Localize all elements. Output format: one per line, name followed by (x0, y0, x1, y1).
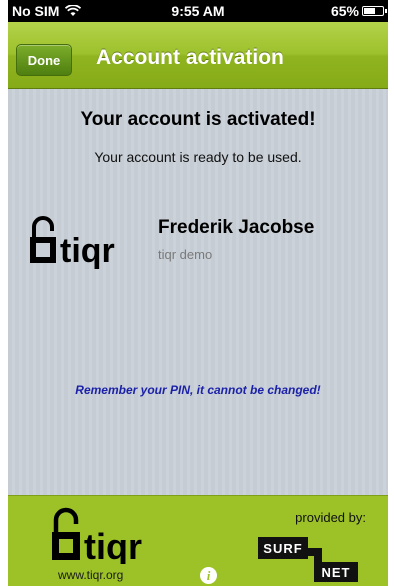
account-user-name: Frederik Jacobse (158, 217, 315, 238)
footer: tiqr www.tiqr.org i provided by: SURF NE… (8, 495, 388, 586)
battery-percent: 65% (330, 3, 359, 19)
app-screen: No SIM 9:55 AM 65% Done Account activati… (8, 0, 388, 586)
navigation-bar: Done Account activation (8, 22, 388, 89)
activation-headline: Your account is activated! (80, 109, 316, 130)
footer-logo-text: tiqr (84, 526, 142, 564)
tiqr-logo-text: tiqr (60, 232, 115, 269)
page-title: Account activation (96, 46, 284, 69)
footer-tiqr-logo: tiqr (52, 507, 142, 564)
surfnet-logo-net: NET (314, 562, 358, 582)
activation-subtext: Your account is ready to be used. (94, 149, 302, 165)
provided-by-label: provided by: (295, 510, 366, 525)
activation-content: Your account is activated! Your account … (8, 89, 388, 495)
status-bar: No SIM 9:55 AM 65% (8, 0, 388, 22)
padlock-icon (30, 216, 56, 263)
status-right: 65% (330, 3, 387, 19)
surfnet-logo-surf: SURF (258, 537, 308, 559)
footer-padlock-icon (52, 507, 80, 560)
tiqr-logo: tiqr (30, 216, 115, 269)
done-button[interactable]: Done (16, 44, 72, 76)
info-icon[interactable]: i (200, 567, 217, 584)
battery-icon (362, 6, 387, 16)
tiqr-website-link[interactable]: www.tiqr.org (58, 568, 123, 582)
battery-fill (364, 8, 375, 14)
pin-reminder: Remember your PIN, it cannot be changed! (75, 383, 321, 397)
account-organization: tiqr demo (158, 247, 213, 262)
